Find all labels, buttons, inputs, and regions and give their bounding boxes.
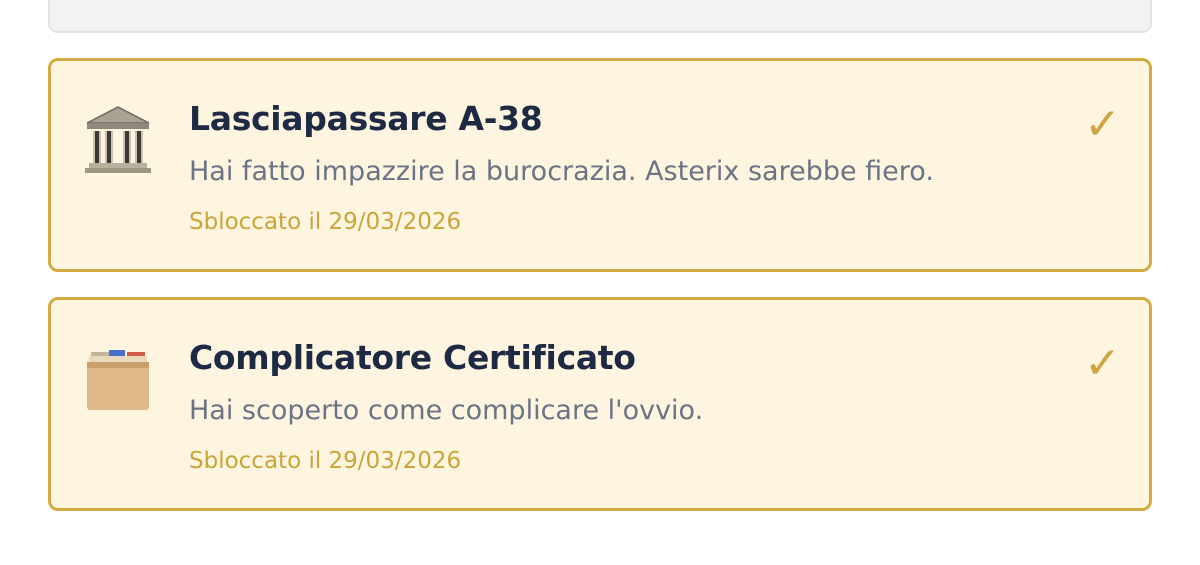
achievement-unlocked-date: Sbloccato il 29/03/2026 <box>189 448 462 474</box>
achievement-description: Hai scoperto come complicare l'ovvio. <box>189 395 704 426</box>
achievement-card[interactable]: Complicatore Certificato Hai scoperto co… <box>48 297 1152 511</box>
achievement-unlocked-date: Sbloccato il 29/03/2026 <box>189 209 462 235</box>
achievement-description: Hai fatto impazzire la burocrazia. Aster… <box>189 156 934 187</box>
classical-building-icon <box>83 101 153 181</box>
checkmark-icon: ✓ <box>1084 338 1121 389</box>
achievement-title: Lasciapassare A-38 <box>189 99 543 138</box>
card-file-box-icon <box>83 340 153 420</box>
previous-achievement-card <box>48 0 1152 33</box>
achievement-card[interactable]: Lasciapassare A-38 Hai fatto impazzire l… <box>48 58 1152 272</box>
checkmark-icon: ✓ <box>1084 99 1121 150</box>
achievement-title: Complicatore Certificato <box>189 338 636 377</box>
